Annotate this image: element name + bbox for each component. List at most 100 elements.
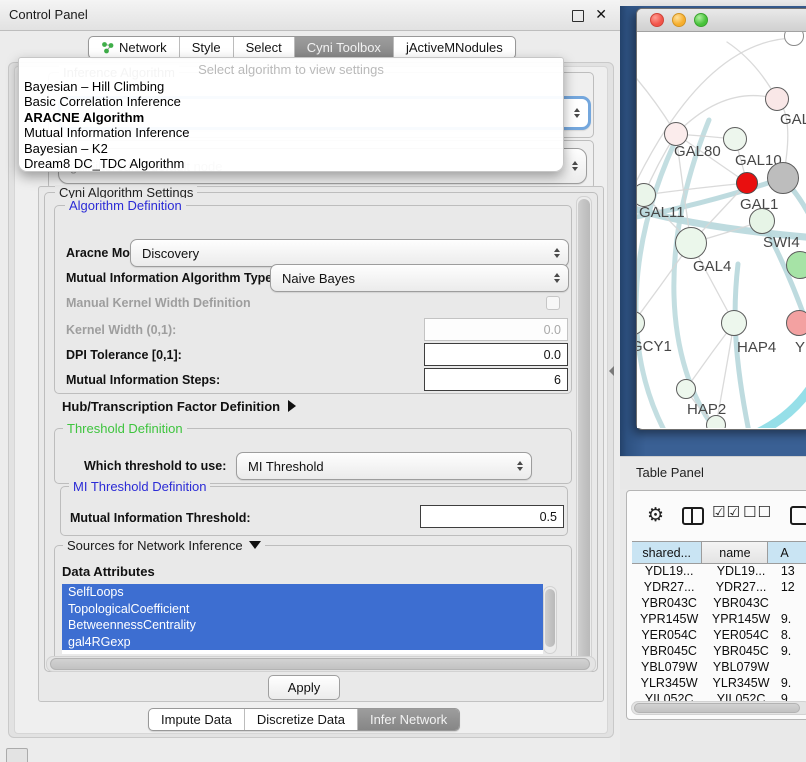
bottom-tabbar: Impute Data Discretize Data Infer Networ…	[148, 708, 460, 731]
unchecked-pair-icon[interactable]: ☐☐	[743, 503, 772, 521]
table-panel-titlebar: Table Panel	[620, 456, 806, 489]
network-node-label: HAP4	[737, 339, 776, 356]
tab-network[interactable]: Network	[89, 37, 179, 58]
network-node-label: GAL4	[693, 258, 731, 275]
minimize-traffic-light-icon[interactable]	[672, 13, 686, 27]
tab-cyni-toolbox[interactable]: Cyni Toolbox	[294, 37, 393, 58]
mi-steps-label: Mutual Information Steps:	[66, 373, 220, 387]
network-node-y[interactable]	[786, 310, 806, 336]
combo-arrows-icon	[515, 461, 524, 471]
expander-arrow-icon	[288, 400, 296, 412]
which-threshold-combo[interactable]: MI Threshold	[236, 452, 532, 480]
network-node-hap2[interactable]	[676, 379, 696, 399]
table-row[interactable]: YBR045C YBR045C 9.	[632, 643, 806, 659]
dpi-tolerance-field[interactable]: 0.0	[424, 343, 568, 366]
network-node-label: Y	[795, 339, 805, 356]
algorithm-list-item[interactable]: Bayesian – K2	[19, 141, 563, 156]
control-panel-tabbar: Network Style Select Cyni Toolbox jActiv…	[88, 36, 516, 59]
table-row[interactable]: YBR043C YBR043C	[632, 595, 806, 611]
network-node[interactable]	[767, 162, 799, 194]
table-panel-title: Table Panel	[636, 457, 704, 489]
sources-group-title[interactable]: Sources for Network Inference	[63, 538, 265, 553]
mi-threshold-label: Mutual Information Threshold:	[70, 511, 251, 525]
tab-impute-data[interactable]: Impute Data	[149, 709, 244, 730]
tab-select[interactable]: Select	[233, 37, 294, 58]
panel-title: Control Panel	[9, 0, 88, 30]
network-node-gal[interactable]	[765, 87, 789, 111]
algorithm-list-item[interactable]: Dream8 DC_TDC Algorithm	[19, 156, 563, 171]
table-hscrollbar[interactable]	[631, 701, 806, 715]
table-row[interactable]: YLR345W YLR345W 9.	[632, 675, 806, 691]
kernel-width-field[interactable]: 0.0	[424, 318, 568, 341]
tab-jactivemnodules[interactable]: jActiveMNodules	[393, 37, 515, 58]
apply-button[interactable]: Apply	[268, 675, 340, 700]
network-node-gal4[interactable]	[675, 227, 707, 259]
panel-collapse-handle[interactable]	[609, 366, 614, 376]
settings-vscrollbar[interactable]	[576, 196, 592, 666]
collapse-arrow-icon	[249, 541, 261, 549]
table-hscrollbar-thumb[interactable]	[634, 703, 800, 713]
mi-steps-field[interactable]: 6	[424, 368, 568, 391]
attribute-list-item-selected[interactable]: gal4RGexp	[62, 634, 543, 651]
column-header-name[interactable]: name	[702, 542, 768, 563]
attributes-vscrollbar-thumb[interactable]	[545, 589, 555, 647]
network-canvas[interactable]: GALGAL80GAL10GAL1GAL11SWI4GAL4GCY1HAP4YH…	[637, 32, 806, 428]
table-row[interactable]: YER054C YER054C 8.	[632, 627, 806, 643]
which-threshold-label: Which threshold to use:	[84, 459, 226, 473]
network-node-hap4[interactable]	[721, 310, 747, 336]
algorithm-dropdown-popup: Select algorithm to view settings Bayesi…	[18, 57, 564, 172]
gear-icon[interactable]: ⚙	[647, 504, 664, 527]
algorithm-list: Bayesian – Hill Climbing Basic Correlati…	[19, 79, 563, 171]
network-node-label: GAL	[780, 111, 806, 128]
algorithm-list-item[interactable]: Basic Correlation Inference	[19, 94, 563, 109]
column-header-shared-name[interactable]: shared...	[632, 542, 702, 563]
network-node[interactable]	[706, 415, 726, 428]
aracne-mode-combo[interactable]: Discovery	[130, 239, 569, 267]
mi-type-combo[interactable]: Naive Bayes	[270, 264, 569, 292]
attribute-list-item-selected[interactable]: BetweennessCentrality	[62, 617, 543, 634]
kernel-width-label: Kernel Width (0,1):	[66, 323, 176, 337]
combo-arrows-icon	[552, 273, 561, 283]
hub-definition-expander[interactable]: Hub/Transcription Factor Definition	[62, 399, 296, 414]
table-row[interactable]: YDL19... YDL19... 13	[632, 563, 806, 579]
network-node-label: GAL11	[639, 204, 685, 221]
combo-arrows-icon	[572, 108, 581, 118]
columns-icon[interactable]	[682, 507, 704, 525]
column-header-partial[interactable]: A	[768, 542, 806, 563]
network-node-label: GAL80	[674, 143, 721, 160]
attribute-list-item-selected[interactable]: TopologicalCoefficient	[62, 601, 543, 618]
network-node[interactable]	[786, 251, 806, 279]
settings-hscrollbar[interactable]	[46, 656, 596, 672]
network-node-label: GCY1	[637, 338, 672, 355]
zoom-traffic-light-icon[interactable]	[694, 13, 708, 27]
manual-kernel-checkbox[interactable]	[546, 296, 560, 310]
algorithm-list-item[interactable]: Mutual Information Inference	[19, 125, 563, 140]
tab-infer-network[interactable]: Infer Network	[357, 709, 459, 730]
mi-threshold-field[interactable]: 0.5	[420, 505, 564, 528]
document-icon[interactable]	[790, 506, 806, 525]
tab-discretize-data[interactable]: Discretize Data	[244, 709, 357, 730]
network-node-gal1[interactable]	[736, 172, 758, 194]
algorithm-list-item[interactable]: Bayesian – Hill Climbing	[19, 79, 563, 94]
float-window-icon[interactable]	[572, 10, 584, 22]
manual-kernel-label: Manual Kernel Width Definition	[66, 296, 251, 310]
network-node-label: SWI4	[763, 234, 800, 251]
tab-label: Network	[119, 37, 167, 58]
collapsed-panel-button[interactable]	[6, 748, 28, 762]
tab-style[interactable]: Style	[179, 37, 233, 58]
algorithm-list-item[interactable]: ARACNE Algorithm	[19, 110, 563, 125]
close-traffic-light-icon[interactable]	[650, 13, 664, 27]
settings-vscrollbar-thumb[interactable]	[578, 199, 590, 661]
table-row[interactable]: YDR27... YDR27... 12	[632, 579, 806, 595]
network-node-swi4[interactable]	[749, 208, 775, 234]
table-row[interactable]: YBL079W YBL079W	[632, 659, 806, 675]
attributes-vscrollbar[interactable]	[543, 586, 557, 654]
network-node-gal10[interactable]	[723, 127, 747, 151]
settings-hscrollbar-thumb[interactable]	[50, 658, 590, 670]
table-row[interactable]: YPR145W YPR145W 9.	[632, 611, 806, 627]
attribute-list-item-selected[interactable]: SelfLoops	[62, 584, 543, 601]
network-view-window: GALGAL80GAL10GAL1GAL11SWI4GAL4GCY1HAP4YH…	[636, 8, 806, 430]
checked-pair-icon[interactable]: ☑☑	[712, 503, 741, 521]
network-window-titlebar[interactable]	[637, 9, 806, 32]
close-icon[interactable]: ✕	[595, 6, 607, 23]
